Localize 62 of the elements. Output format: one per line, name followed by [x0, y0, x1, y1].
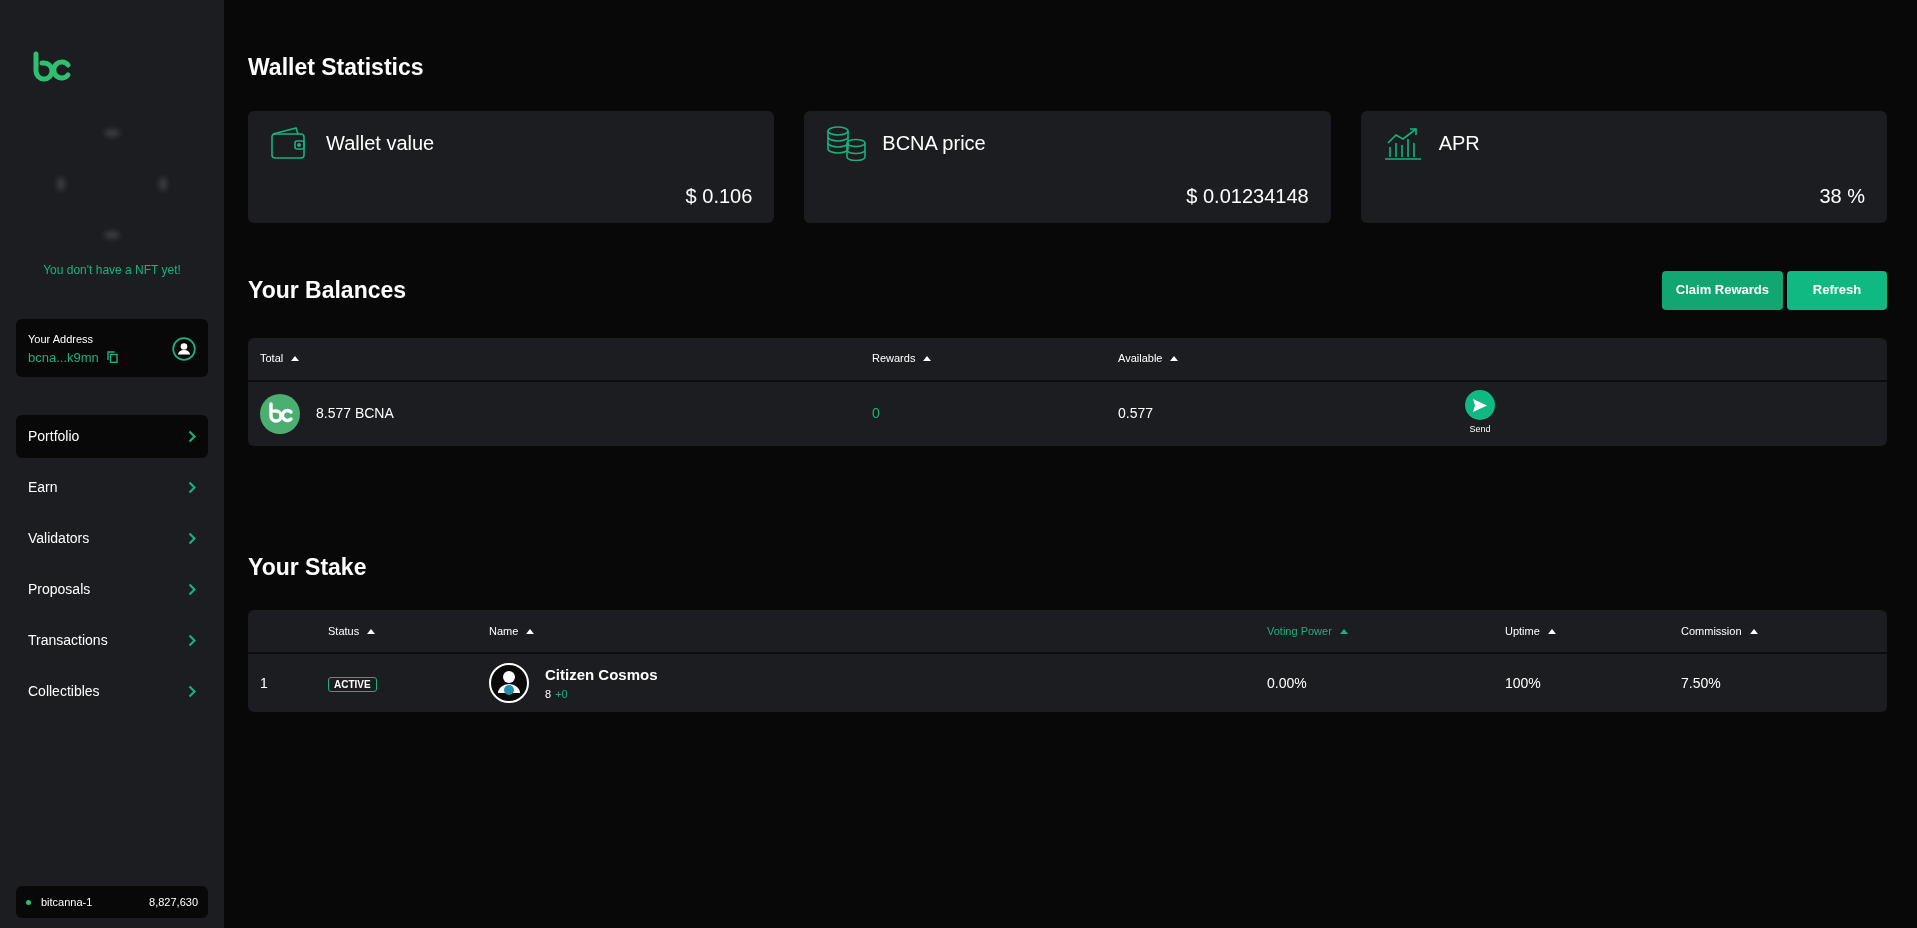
- nav-item[interactable]: Collectibles: [16, 670, 208, 713]
- sort-caret-icon[interactable]: [367, 628, 376, 634]
- column-header[interactable]: Available: [1118, 350, 1163, 367]
- table-cell-text: 0: [872, 404, 881, 423]
- copy-icon[interactable]: [106, 351, 118, 364]
- validator-rank: 8: [545, 687, 552, 702]
- chevron-right-icon[interactable]: [188, 430, 196, 443]
- sort-caret-icon[interactable]: [291, 356, 300, 361]
- column-header[interactable]: Status: [328, 622, 360, 640]
- column-header[interactable]: Name: [489, 622, 519, 640]
- validator-name: Citizen Cosmos: [545, 664, 658, 685]
- nav-item[interactable]: Validators: [16, 517, 208, 560]
- stat-label: Wallet value: [326, 130, 435, 156]
- nav-item[interactable]: Transactions: [16, 619, 208, 662]
- table-cell-text: 0.00%: [1267, 673, 1308, 693]
- table-cell-text: 0.577: [1118, 404, 1155, 423]
- section-title: Your Balances: [248, 275, 407, 305]
- chevron-right-icon[interactable]: [188, 583, 196, 596]
- stat-label: BCNA price: [882, 130, 986, 156]
- nav-item[interactable]: Proposals: [16, 568, 208, 611]
- column-header[interactable]: Rewards: [872, 350, 916, 367]
- chain-name: bitcanna-1: [41, 894, 93, 910]
- sort-caret-icon[interactable]: [1339, 628, 1348, 634]
- stat-value: $ 0.01234148: [1185, 183, 1309, 209]
- send-button[interactable]: [1465, 390, 1495, 421]
- logo-icon: [32, 51, 72, 83]
- status-badge: ACTIVE: [328, 676, 377, 692]
- column-header[interactable]: Commission: [1681, 622, 1742, 640]
- section-title: Your Stake: [248, 552, 368, 582]
- sort-caret-icon[interactable]: [923, 356, 932, 361]
- address-label: Your Address: [28, 332, 95, 347]
- rank-cell-text: 1: [260, 673, 269, 693]
- stat-value: 38 %: [1818, 183, 1865, 209]
- wallet-address: bcna...k9mn: [28, 348, 99, 367]
- nft-message: You don't have a NFT yet!: [42, 262, 182, 279]
- column-header[interactable]: Total: [260, 350, 284, 367]
- stat-label: APR: [1438, 130, 1480, 156]
- nav-item[interactable]: Portfolio: [16, 415, 208, 458]
- chevron-right-icon[interactable]: [188, 481, 196, 494]
- table-cell-text: 8.577 BCNA: [316, 404, 394, 423]
- chevron-right-icon[interactable]: [188, 634, 196, 647]
- sort-caret-icon[interactable]: [1749, 628, 1758, 634]
- table-cell-text: 100%: [1505, 673, 1542, 693]
- stat-value: $ 0.106: [684, 183, 753, 209]
- rank-change: +0: [555, 687, 568, 702]
- validator-avatar-icon: [489, 663, 529, 703]
- block-height: 8,827,630: [149, 894, 198, 910]
- page-title: Wallet Statistics: [248, 53, 425, 82]
- sort-caret-icon[interactable]: [1170, 356, 1179, 361]
- send-icon: [1473, 398, 1487, 412]
- chevron-right-icon[interactable]: [188, 532, 196, 545]
- coins-icon: [826, 124, 867, 161]
- send-label: Send: [1469, 423, 1491, 437]
- sort-caret-icon[interactable]: [1547, 628, 1556, 634]
- chevron-right-icon[interactable]: [188, 685, 196, 698]
- column-header[interactable]: Voting Power: [1267, 622, 1332, 640]
- sort-caret-icon[interactable]: [526, 628, 535, 634]
- column-header[interactable]: Uptime: [1505, 622, 1540, 640]
- nav-item[interactable]: Earn: [16, 466, 208, 509]
- table-cell-text: 7.50%: [1681, 673, 1722, 693]
- user-avatar-icon[interactable]: [172, 337, 196, 361]
- token-logo-icon: [260, 393, 300, 434]
